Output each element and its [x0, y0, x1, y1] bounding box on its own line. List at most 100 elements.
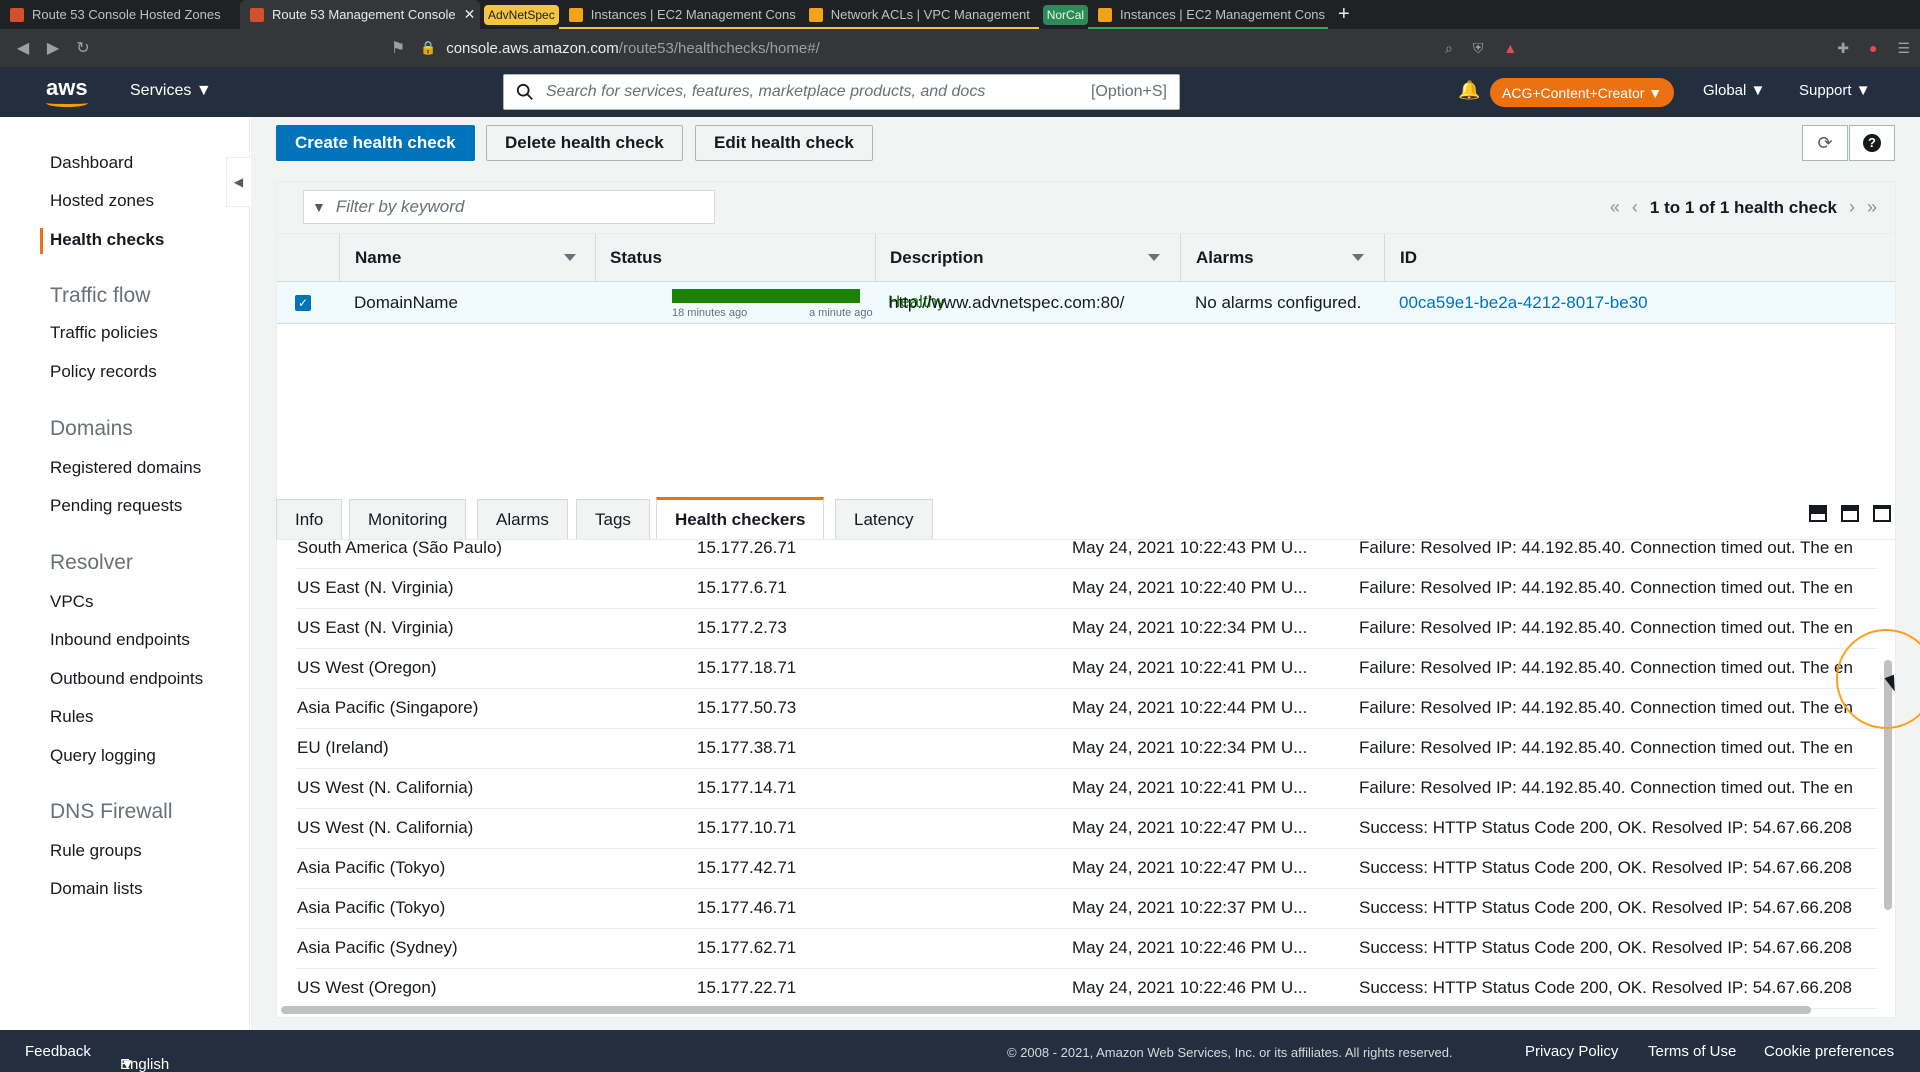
view-full-icon[interactable] — [1873, 505, 1891, 522]
sidebar-item-pending-requests[interactable]: Pending requests — [50, 496, 182, 516]
column-status[interactable]: Status — [610, 248, 662, 268]
first-page-icon[interactable]: « — [1610, 197, 1620, 218]
column-alarms[interactable]: Alarms — [1196, 248, 1254, 268]
browser-tab-title: Route 53 Management Console — [272, 7, 456, 22]
edit-health-check-button[interactable]: Edit health check — [695, 125, 873, 161]
terms-link[interactable]: Terms of Use — [1648, 1043, 1736, 1060]
checker-ip: 15.177.62.71 — [697, 938, 797, 957]
sidebar-item-inbound-endpoints[interactable]: Inbound endpoints — [50, 630, 190, 650]
table-row[interactable]: ✓ DomainName 18 minutes ago a minute ago… — [277, 282, 1895, 324]
aws-favicon-icon — [1098, 7, 1113, 22]
checker-ip: 15.177.22.71 — [697, 978, 797, 997]
back-icon[interactable]: ◀ — [8, 38, 38, 58]
tab-alarms[interactable]: Alarms — [477, 499, 568, 539]
filter-placeholder: Filter by keyword — [335, 197, 465, 216]
status-time-end: a minute ago — [809, 307, 873, 319]
table-row: Asia Pacific (Tokyo) 15.177.42.71 May 24, … — [297, 849, 1877, 889]
sidebar-item-query-logging[interactable]: Query logging — [50, 746, 156, 766]
sidebar-item-outbound-endpoints[interactable]: Outbound endpoints — [50, 669, 203, 689]
tab-info[interactable]: Info — [276, 499, 343, 539]
caret-down-icon: ▼ — [1750, 82, 1766, 99]
feedback-link[interactable]: Feedback — [25, 1043, 91, 1060]
extensions-icon[interactable]: ✚ — [1837, 40, 1849, 57]
sidebar-item-rule-groups[interactable]: Rule groups — [50, 841, 142, 861]
privacy-link[interactable]: Privacy Policy — [1525, 1043, 1618, 1060]
sidebar-item-domain-lists[interactable]: Domain lists — [50, 879, 143, 899]
column-description[interactable]: Description — [890, 248, 984, 268]
bookmark-icon[interactable]: ⚑ — [383, 38, 413, 58]
column-id[interactable]: ID — [1400, 248, 1417, 268]
sidebar-item-health-checks[interactable]: Health checks — [39, 228, 164, 254]
region-menu[interactable]: Global ▼ — [1703, 82, 1765, 99]
sidebar-item-dashboard[interactable]: Dashboard — [50, 153, 133, 173]
help-button[interactable]: ? — [1849, 125, 1895, 161]
tab-health-checkers[interactable]: Health checkers — [656, 497, 825, 539]
bell-icon[interactable]: 🔔 — [1458, 80, 1480, 101]
checker-region: US East (N. Virginia) — [297, 578, 454, 597]
tab-group-label[interactable]: AdvNetSpec — [484, 4, 559, 25]
forward-icon[interactable]: ▶ — [38, 38, 68, 58]
alert-icon[interactable]: ▲ — [1503, 40, 1517, 56]
row-description: http://www.advnetspec.com:80/ — [889, 293, 1125, 312]
create-health-check-button[interactable]: Create health check — [276, 125, 475, 161]
sidebar-item-vpcs[interactable]: VPCs — [50, 592, 93, 612]
browser-tab-bar: Route 53 Console Hosted Zones Route 53 M… — [0, 0, 1920, 29]
last-page-icon[interactable]: » — [1867, 197, 1877, 218]
grid-header: Name Status Description Alarms ID — [277, 234, 1895, 282]
row-id-link[interactable]: 00ca59e1-be2a-4212-8017-be30 — [1399, 293, 1648, 313]
services-menu[interactable]: Services ▼ — [130, 82, 212, 100]
sidebar-item-rules[interactable]: Rules — [50, 707, 93, 727]
view-split-middle-icon[interactable] — [1841, 505, 1859, 522]
view-split-bottom-icon[interactable] — [1809, 505, 1827, 522]
account-menu[interactable]: ACG+Content+Creator ▼ — [1490, 78, 1675, 107]
checker-time: May 24, 2021 10:22:44 PM U... — [1072, 698, 1308, 717]
tab-monitoring[interactable]: Monitoring — [349, 499, 467, 539]
horizontal-scrollbar[interactable] — [281, 1006, 1811, 1014]
delete-health-check-button[interactable]: Delete health check — [486, 125, 683, 161]
new-tab-icon[interactable]: + — [1338, 3, 1350, 26]
copyright: © 2008 - 2021, Amazon Web Services, Inc.… — [1007, 1045, 1453, 1060]
checker-time: May 24, 2021 10:22:40 PM U... — [1072, 578, 1308, 597]
browser-tab-title: Network ACLs | VPC Management — [830, 7, 1030, 22]
account-label: ACG+Content+Creator — [1502, 84, 1645, 101]
sort-icon[interactable] — [564, 254, 576, 261]
grid-toolbar: ▼ Filter by keyword « ‹ 1 to 1 of 1 heal… — [277, 182, 1895, 234]
main-content: Create health check Delete health check … — [251, 117, 1920, 1030]
caret-down-icon: ▼ — [1855, 82, 1871, 99]
refresh-button[interactable]: ⟳ — [1802, 125, 1848, 161]
zoom-icon[interactable]: ⌕ — [1445, 40, 1453, 57]
sidebar-item-registered-domains[interactable]: Registered domains — [50, 458, 201, 478]
profile-avatar-icon[interactable]: ● — [1869, 40, 1877, 56]
row-checkbox[interactable]: ✓ — [295, 295, 311, 311]
tab-group-label[interactable]: NorCal — [1042, 4, 1089, 25]
sidebar-item-traffic-policies[interactable]: Traffic policies — [50, 323, 158, 343]
reload-icon[interactable]: ↻ — [68, 38, 98, 58]
sort-icon[interactable] — [1352, 254, 1364, 261]
cookie-preferences-link[interactable]: Cookie preferences — [1764, 1043, 1894, 1060]
next-page-icon[interactable]: › — [1849, 197, 1855, 218]
search-shortcut: [Option+S] — [1090, 83, 1167, 100]
sort-icon[interactable] — [1148, 254, 1160, 261]
browser-tab[interactable]: Instances | EC2 Management Cons — [558, 0, 799, 29]
browser-tab[interactable]: Route 53 Console Hosted Zones — [0, 0, 240, 29]
tab-tags[interactable]: Tags — [576, 499, 650, 539]
support-menu[interactable]: Support ▼ — [1799, 82, 1871, 99]
sidebar-item-hosted-zones[interactable]: Hosted zones — [50, 191, 154, 211]
column-name[interactable]: Name — [355, 248, 401, 268]
url-field[interactable]: 🔒 console.aws.amazon.com/route53/healthc… — [420, 34, 1500, 62]
aws-logo[interactable]: aws — [46, 75, 88, 107]
prev-page-icon[interactable]: ‹ — [1632, 197, 1638, 218]
browser-tab[interactable]: Network ACLs | VPC Management — [798, 0, 1039, 29]
collapse-sidebar-button[interactable]: ◀ — [226, 157, 250, 207]
close-tab-icon[interactable]: ✕ — [464, 6, 476, 23]
tab-latency[interactable]: Latency — [835, 499, 933, 539]
checker-status: Failure: Resolved IP: 44.192.85.40. Conn… — [1359, 618, 1853, 637]
menu-icon[interactable]: ☰ — [1897, 40, 1910, 57]
filter-input[interactable]: ▼ Filter by keyword — [303, 190, 715, 224]
browser-tab-active[interactable]: Route 53 Management Console ✕ — [240, 0, 480, 29]
browser-tab[interactable]: Instances | EC2 Management Cons — [1088, 0, 1329, 29]
shield-icon[interactable]: ⛨ — [1473, 40, 1484, 57]
search-input[interactable]: Search for services, features, marketpla… — [503, 74, 1180, 110]
sidebar-item-policy-records[interactable]: Policy records — [50, 362, 157, 382]
table-row: US West (N. California) 15.177.10.71 May 2… — [297, 809, 1877, 849]
